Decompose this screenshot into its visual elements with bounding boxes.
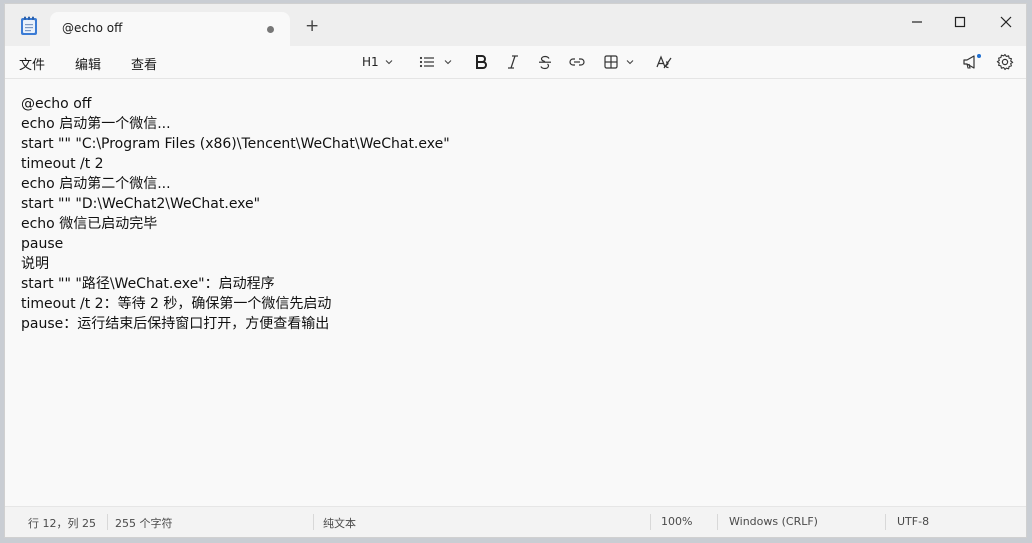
line-ending[interactable]: Windows (CRLF)	[729, 515, 818, 528]
text-line: @echo off	[21, 96, 92, 112]
menu-view[interactable]: 查看	[131, 54, 157, 73]
character-count: 255 个字符	[115, 517, 173, 530]
strikethrough-button[interactable]	[537, 53, 553, 71]
menu-edit[interactable]: 编辑	[75, 54, 101, 73]
italic-button[interactable]	[505, 53, 521, 71]
bold-icon	[476, 55, 487, 69]
bullet-list-icon	[419, 56, 434, 68]
notepad-window: @echo off + 文件 编辑 查看 H1 @echo off echo 启…	[4, 3, 1027, 538]
megaphone-icon	[963, 54, 981, 69]
text-line: start "" "路径\WeChat.exe"：启动程序	[21, 276, 275, 292]
settings-button[interactable]	[996, 53, 1014, 71]
table-dropdown[interactable]	[603, 53, 635, 71]
text-editor[interactable]: @echo off echo 启动第一个微信... start "" "C:\Pro…	[21, 94, 1011, 504]
link-icon	[569, 58, 585, 66]
status-divider	[107, 514, 108, 530]
status-divider	[717, 514, 718, 530]
new-tab-button[interactable]: +	[305, 18, 319, 35]
menu-file[interactable]: 文件	[19, 54, 45, 73]
bold-button[interactable]	[473, 53, 489, 71]
gear-icon	[996, 53, 1014, 71]
zoom-level[interactable]: 100%	[661, 515, 692, 528]
clear-formatting-button[interactable]	[655, 53, 673, 71]
maximize-icon	[954, 16, 966, 28]
text-line: 说明	[21, 256, 49, 272]
strikethrough-icon	[539, 55, 551, 70]
unsaved-dot-icon[interactable]	[267, 26, 274, 33]
chevron-down-icon	[385, 60, 393, 65]
text-line: echo 启动第二个微信...	[21, 176, 171, 192]
italic-icon	[508, 55, 518, 69]
menu-bar: 文件 编辑 查看 H1	[5, 46, 1026, 79]
text-line: timeout /t 2	[21, 156, 104, 172]
table-icon	[604, 55, 618, 69]
clear-formatting-icon	[656, 55, 672, 69]
heading-dropdown[interactable]: H1	[362, 53, 394, 71]
text-line: pause	[21, 236, 64, 252]
status-bar: 行 12，列 25 255 个字符 纯文本 100% Windows (CRLF…	[5, 506, 1026, 537]
text-line: timeout /t 2：等待 2 秒，确保第一个微信先启动	[21, 296, 332, 312]
status-divider	[313, 514, 314, 530]
text-line: start "" "C:\Program Files (x86)\Tencent…	[21, 136, 450, 152]
close-icon	[1000, 16, 1012, 28]
text-line: pause：运行结束后保持窗口打开，方便查看输出	[21, 316, 330, 332]
notepad-app-icon	[20, 16, 38, 36]
encoding[interactable]: UTF-8	[897, 515, 929, 528]
text-format[interactable]: 纯文本	[323, 515, 356, 531]
heading-label: H1	[362, 55, 379, 69]
link-button[interactable]	[568, 53, 586, 71]
cursor-position: 行 12，列 25	[28, 517, 96, 530]
status-divider	[885, 514, 886, 530]
whats-new-button[interactable]	[962, 53, 982, 71]
document-tab[interactable]: @echo off	[50, 12, 290, 46]
text-line: echo 启动第一个微信...	[21, 116, 171, 132]
list-dropdown[interactable]	[419, 53, 453, 71]
close-button[interactable]	[992, 12, 1020, 32]
chevron-down-icon	[444, 60, 452, 65]
minimize-icon	[912, 21, 922, 23]
title-bar: @echo off +	[5, 4, 1026, 46]
text-line: echo 微信已启动完毕	[21, 216, 158, 232]
chevron-down-icon	[626, 60, 634, 65]
minimize-button[interactable]	[903, 12, 931, 32]
tab-title: @echo off	[62, 21, 123, 35]
status-divider	[650, 514, 651, 530]
text-line: start "" "D:\WeChat2\WeChat.exe"	[21, 196, 261, 212]
maximize-button[interactable]	[946, 12, 974, 32]
